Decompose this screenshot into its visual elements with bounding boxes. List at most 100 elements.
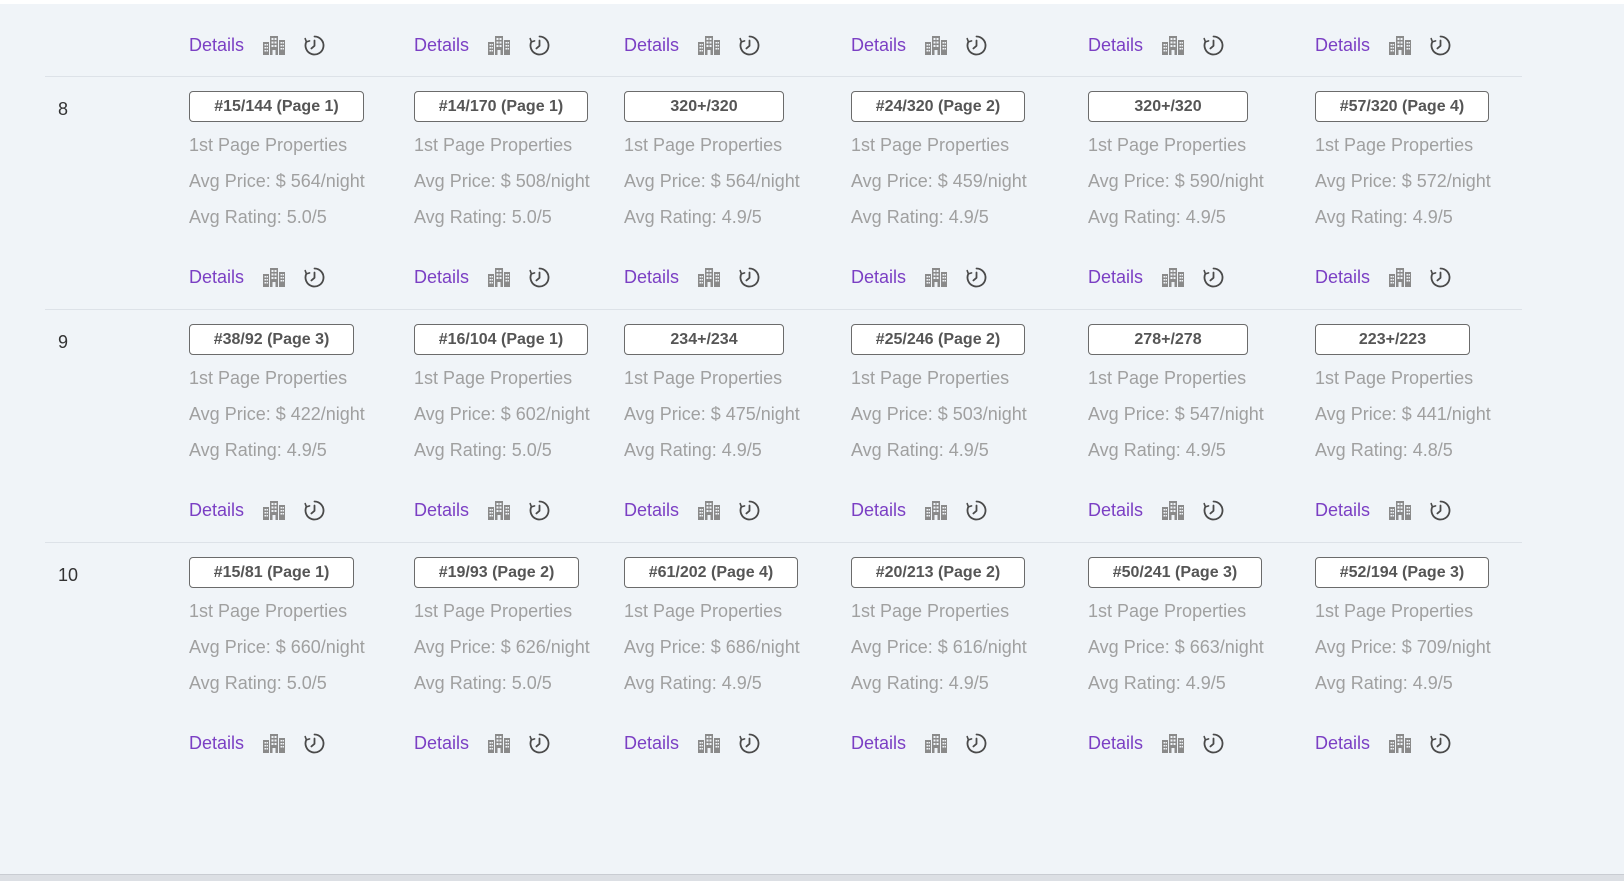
building-icon[interactable] [924,733,948,753]
rank-badge[interactable]: #52/194 (Page 3) [1315,557,1489,588]
details-link[interactable]: Details [851,733,906,754]
history-icon[interactable] [738,266,761,289]
building-icon[interactable] [1161,733,1185,753]
rank-badge[interactable]: #50/241 (Page 3) [1088,557,1262,588]
building-icon[interactable] [697,267,721,287]
history-icon[interactable] [303,266,326,289]
building-icon[interactable] [1161,500,1185,520]
building-icon[interactable] [487,733,511,753]
building-icon[interactable] [1388,733,1412,753]
building-icon[interactable] [1161,267,1185,287]
rank-badge[interactable]: #24/320 (Page 2) [851,91,1025,122]
first-page-properties-label: 1st Page Properties [624,368,783,388]
details-link[interactable]: Details [624,35,679,56]
details-link[interactable]: Details [189,267,244,288]
details-link[interactable]: Details [1088,267,1143,288]
details-link[interactable]: Details [851,35,906,56]
history-icon[interactable] [738,732,761,755]
building-icon[interactable] [262,35,286,55]
rank-badge[interactable]: #15/81 (Page 1) [189,557,354,588]
history-icon[interactable] [528,732,551,755]
building-icon[interactable] [1161,35,1185,55]
history-icon[interactable] [1202,266,1225,289]
rank-badge[interactable]: #19/93 (Page 2) [414,557,579,588]
rank-badge[interactable]: 320+/320 [1088,91,1248,122]
history-icon[interactable] [738,499,761,522]
details-link[interactable]: Details [624,500,679,521]
details-link[interactable]: Details [414,35,469,56]
building-icon[interactable] [1388,500,1412,520]
building-icon[interactable] [1388,35,1412,55]
horizontal-scrollbar[interactable] [0,874,1624,881]
details-link[interactable]: Details [1315,500,1370,521]
building-icon[interactable] [262,267,286,287]
avg-rating: Avg Rating: 4.9/5 [851,673,989,693]
history-icon[interactable] [303,732,326,755]
history-icon[interactable] [528,499,551,522]
history-icon[interactable] [1202,732,1225,755]
history-icon[interactable] [1202,34,1225,57]
details-link[interactable]: Details [1088,35,1143,56]
cell-actions: Details [414,264,551,290]
building-icon[interactable] [487,267,511,287]
top-strip [0,0,1624,4]
history-icon[interactable] [965,499,988,522]
rank-badge[interactable]: #57/320 (Page 4) [1315,91,1489,122]
details-link[interactable]: Details [1315,267,1370,288]
history-icon[interactable] [1429,732,1452,755]
rank-badge[interactable]: #20/213 (Page 2) [851,557,1025,588]
rank-badge[interactable]: #38/92 (Page 3) [189,324,354,355]
history-icon[interactable] [303,499,326,522]
details-link[interactable]: Details [1088,733,1143,754]
history-icon[interactable] [965,266,988,289]
avg-price: Avg Price: $ 663/night [1088,637,1264,657]
building-icon[interactable] [1388,267,1412,287]
rank-badge[interactable]: 234+/234 [624,324,784,355]
details-link[interactable]: Details [624,267,679,288]
building-icon[interactable] [262,500,286,520]
details-link[interactable]: Details [189,733,244,754]
building-icon[interactable] [924,267,948,287]
rank-badge[interactable]: #15/144 (Page 1) [189,91,364,122]
building-icon[interactable] [697,35,721,55]
details-link[interactable]: Details [1088,500,1143,521]
history-icon[interactable] [1429,266,1452,289]
building-icon[interactable] [924,500,948,520]
building-icon[interactable] [262,733,286,753]
building-icon[interactable] [487,35,511,55]
details-link[interactable]: Details [851,267,906,288]
details-link[interactable]: Details [1315,35,1370,56]
history-icon[interactable] [528,266,551,289]
details-link[interactable]: Details [414,500,469,521]
cell-actions: Details [189,32,326,58]
history-icon[interactable] [1429,499,1452,522]
rank-badge[interactable]: #25/246 (Page 2) [851,324,1025,355]
details-link[interactable]: Details [414,267,469,288]
rank-badge[interactable]: 223+/223 [1315,324,1470,355]
history-icon[interactable] [965,732,988,755]
rank-badge[interactable]: 320+/320 [624,91,784,122]
building-icon[interactable] [697,733,721,753]
history-icon[interactable] [1202,499,1225,522]
building-icon[interactable] [487,500,511,520]
details-link[interactable]: Details [189,35,244,56]
details-link[interactable]: Details [189,500,244,521]
building-icon[interactable] [697,500,721,520]
history-icon[interactable] [1429,34,1452,57]
rank-badge[interactable]: #14/170 (Page 1) [414,91,588,122]
history-icon[interactable] [528,34,551,57]
avg-price: Avg Price: $ 459/night [851,171,1027,191]
avg-price: Avg Price: $ 441/night [1315,404,1491,424]
details-link[interactable]: Details [851,500,906,521]
history-icon[interactable] [738,34,761,57]
details-link[interactable]: Details [624,733,679,754]
details-link[interactable]: Details [1315,733,1370,754]
avg-price: Avg Price: $ 508/night [414,171,590,191]
rank-badge[interactable]: #16/104 (Page 1) [414,324,588,355]
history-icon[interactable] [965,34,988,57]
rank-badge[interactable]: 278+/278 [1088,324,1248,355]
details-link[interactable]: Details [414,733,469,754]
history-icon[interactable] [303,34,326,57]
rank-badge[interactable]: #61/202 (Page 4) [624,557,798,588]
building-icon[interactable] [924,35,948,55]
